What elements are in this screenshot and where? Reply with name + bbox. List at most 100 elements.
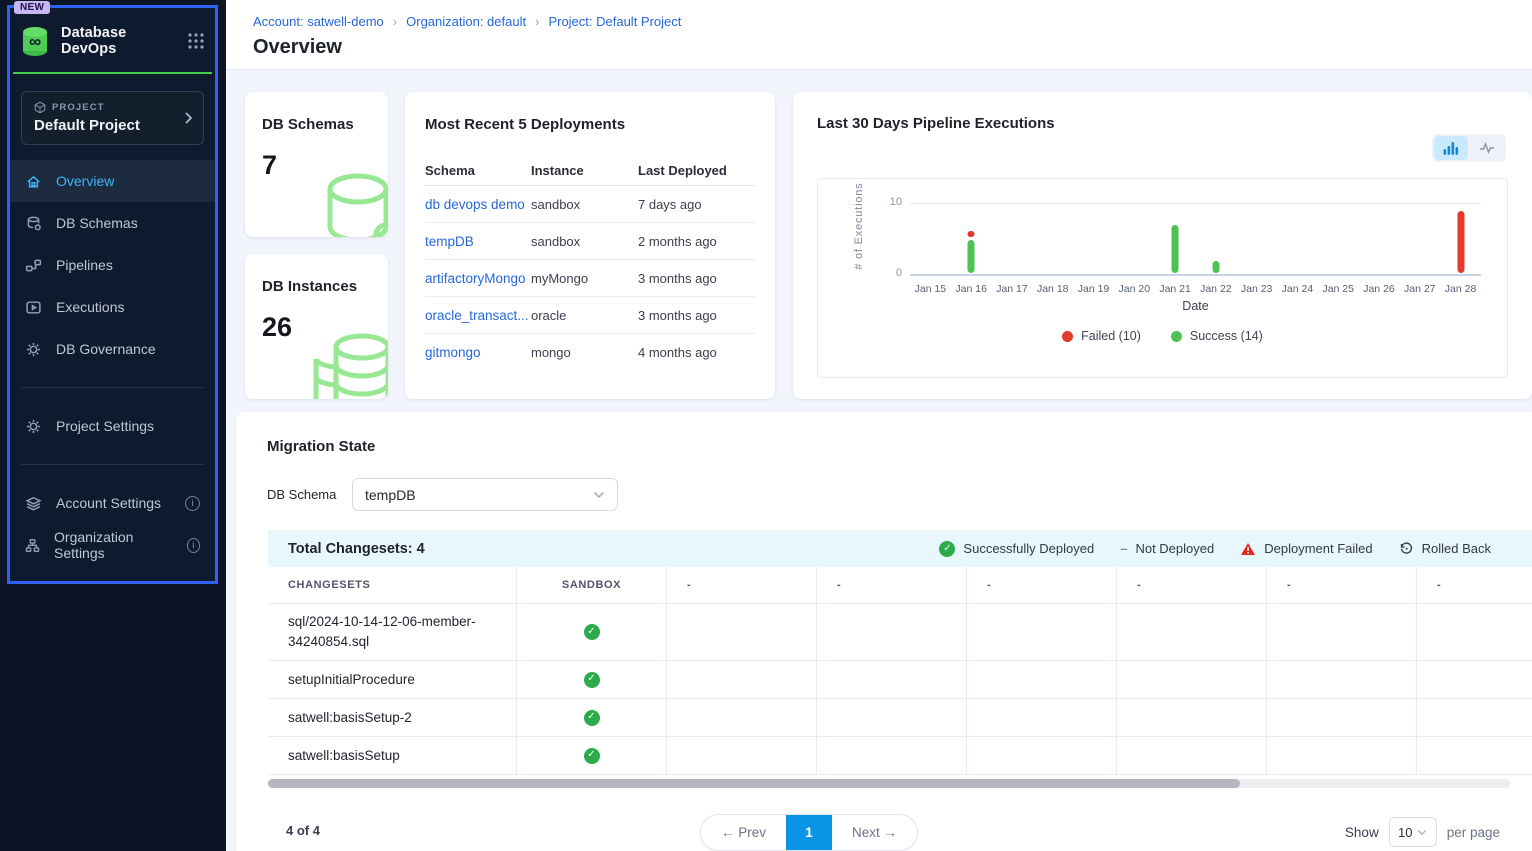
recent-deployments-card: Most Recent 5 Deployments Schema Instanc… <box>405 92 775 399</box>
cube-icon <box>34 101 46 113</box>
check-circle-icon <box>584 748 600 764</box>
database-stack-icon <box>302 331 388 399</box>
chart-column: Jan 25 <box>1318 203 1359 274</box>
breadcrumb-project-link[interactable]: Project: Default Project <box>548 14 681 29</box>
sidebar-item-pipelines[interactable]: Pipelines <box>10 244 215 286</box>
info-icon[interactable]: i <box>187 538 201 553</box>
page-title: Overview <box>253 36 342 59</box>
x-tick-label: Jan 15 <box>915 283 947 295</box>
schema-link[interactable]: oracle_transact... <box>425 308 531 323</box>
info-icon[interactable]: i <box>185 496 200 511</box>
total-changesets-label: Total Changesets: 4 <box>288 541 425 557</box>
chart-column: Jan 23 <box>1236 203 1277 274</box>
empty-cell <box>817 699 967 737</box>
chart-legend: Failed (10) Success (14) <box>818 329 1507 343</box>
empty-cell <box>967 661 1117 699</box>
chart-column: Jan 15 <box>910 203 951 274</box>
warning-triangle-icon <box>1240 542 1256 556</box>
x-tick-label: Jan 17 <box>996 283 1028 295</box>
chart-column: Jan 16 <box>951 203 992 274</box>
empty-cell <box>1417 699 1532 737</box>
empty-cell <box>817 604 967 661</box>
breadcrumb-separator: › <box>535 14 539 29</box>
breadcrumb-org-link[interactable]: Organization: default <box>406 14 526 29</box>
breadcrumb: Account: satwell-demo › Organization: de… <box>253 14 681 29</box>
schema-link[interactable]: db devops demo <box>425 197 531 212</box>
schema-link[interactable]: artifactoryMongo <box>425 271 531 286</box>
sidebar-item-executions[interactable]: Executions <box>10 286 215 328</box>
bar-success <box>968 240 975 274</box>
database-cylinder-icon <box>310 169 388 237</box>
line-chart-toggle-button[interactable] <box>1470 136 1504 160</box>
x-tick-label: Jan 26 <box>1363 283 1395 295</box>
sandbox-status-cell <box>517 661 667 699</box>
horizontal-scrollbar-thumb[interactable] <box>268 779 1240 788</box>
database-icon <box>25 215 42 232</box>
check-circle-icon <box>939 541 955 557</box>
sandbox-status-cell <box>517 737 667 775</box>
section-heading: Migration State <box>267 438 375 455</box>
bar-success <box>1172 225 1179 273</box>
pulse-line-icon <box>1479 141 1495 155</box>
column-header-empty: - <box>667 567 817 604</box>
sidebar-frame: ∞ Database DevOps PROJECT <box>7 5 218 584</box>
legend-label: Successfully Deployed <box>963 541 1094 556</box>
prev-page-button[interactable]: ← Prev <box>701 815 786 850</box>
total-changesets-bar: Total Changesets: 4 Successfully Deploye… <box>268 530 1532 567</box>
sidebar-item-label: Executions <box>56 299 124 315</box>
migration-state-panel: Migration State DB Schema tempDB Total C… <box>236 412 1532 851</box>
schema-link[interactable]: gitmongo <box>425 345 531 360</box>
bar-chart-icon <box>1443 141 1459 155</box>
changeset-name: satwell:basisSetup-2 <box>268 699 517 737</box>
x-axis-label: Date <box>910 299 1481 313</box>
table-row: sql/2024-10-14-12-06-member-34240854.sql <box>268 604 1532 661</box>
sidebar-item-project-settings[interactable]: Project Settings <box>10 405 215 447</box>
page-number-button[interactable]: 1 <box>786 815 832 850</box>
db-schema-select[interactable]: tempDB <box>352 478 618 511</box>
schema-link[interactable]: tempDB <box>425 234 531 249</box>
chart-column: Jan 19 <box>1073 203 1114 274</box>
bar-chart-toggle-button[interactable] <box>1434 136 1468 160</box>
sidebar-item-label: Overview <box>56 173 114 189</box>
last-deployed-cell: 7 days ago <box>638 197 755 212</box>
play-square-icon <box>25 299 42 316</box>
empty-cell <box>1417 604 1532 661</box>
legend-rolled-back: Rolled Back <box>1399 541 1491 556</box>
brand-divider <box>13 72 212 74</box>
page-size-select[interactable]: 10 <box>1389 817 1437 847</box>
project-selector[interactable]: PROJECT Default Project <box>21 91 204 145</box>
sidebar-item-label: DB Governance <box>56 341 156 357</box>
dash-icon: – <box>1120 541 1127 556</box>
db-schema-label: DB Schema <box>267 487 336 502</box>
check-circle-icon <box>584 672 600 688</box>
sidebar-item-db-schemas[interactable]: DB Schemas <box>10 202 215 244</box>
db-schema-selected-value: tempDB <box>365 487 416 503</box>
legend-successfully-deployed: Successfully Deployed <box>939 541 1094 557</box>
app-switcher-grid-icon[interactable] <box>187 32 205 50</box>
instance-cell: myMongo <box>531 271 638 286</box>
pipelines-icon <box>25 257 42 274</box>
sidebar-item-account-settings[interactable]: Account Settings i <box>10 482 215 524</box>
sidebar-item-overview[interactable]: Overview <box>10 160 215 202</box>
column-header: Last Deployed <box>638 163 755 178</box>
y-tick-label: 10 <box>876 196 902 208</box>
next-page-button[interactable]: Next → <box>832 815 917 850</box>
sidebar-item-db-governance[interactable]: DB Governance <box>10 328 215 370</box>
empty-cell <box>817 661 967 699</box>
empty-cell <box>1117 661 1267 699</box>
column-header-changesets: CHANGESETS <box>268 567 517 604</box>
horizontal-scrollbar-track[interactable] <box>268 779 1510 788</box>
chart-column: Jan 27 <box>1399 203 1440 274</box>
empty-cell <box>1267 699 1417 737</box>
table-row: db devops demo sandbox 7 days ago <box>425 186 755 223</box>
sidebar-item-label: Pipelines <box>56 257 113 273</box>
sidebar-item-organization-settings[interactable]: Organization Settings i <box>10 524 215 566</box>
legend-label: Failed (10) <box>1081 329 1141 343</box>
chart-column: Jan 22 <box>1195 203 1236 274</box>
empty-cell <box>667 661 817 699</box>
sidebar-item-label: DB Schemas <box>56 215 138 231</box>
breadcrumb-account-link[interactable]: Account: satwell-demo <box>253 14 384 29</box>
x-tick-label: Jan 25 <box>1322 283 1354 295</box>
changesets-header-row: CHANGESETS SANDBOX - - - - - - <box>268 567 1532 604</box>
chart-panel: # of Executions 10 0 Jan 15Jan 16Jan 17J… <box>817 178 1508 378</box>
